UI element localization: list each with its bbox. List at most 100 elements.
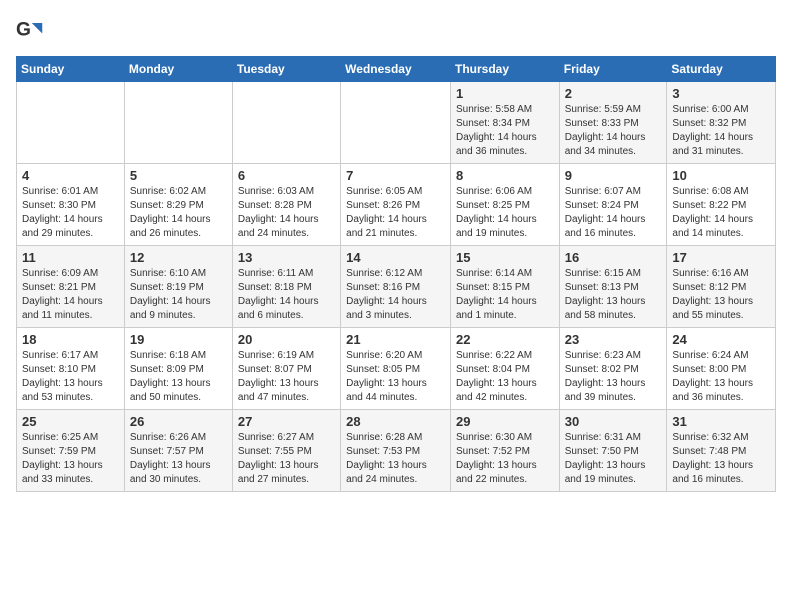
day-number: 20	[238, 332, 335, 347]
day-info: Sunrise: 6:05 AM Sunset: 8:26 PM Dayligh…	[346, 185, 445, 241]
calendar-week-row: 25 Sunrise: 6:25 AM Sunset: 7:59 PM Dayli…	[17, 410, 776, 492]
calendar-header-day: Saturday	[667, 57, 776, 82]
calendar-cell: 11 Sunrise: 6:09 AM Sunset: 8:21 PM Dayli…	[17, 246, 125, 328]
day-info: Sunrise: 5:58 AM Sunset: 8:34 PM Dayligh…	[456, 103, 554, 159]
calendar-cell: 24 Sunrise: 6:24 AM Sunset: 8:00 PM Dayli…	[667, 328, 776, 410]
day-number: 23	[565, 332, 662, 347]
day-number: 30	[565, 414, 662, 429]
day-number: 4	[22, 168, 119, 183]
calendar-week-row: 11 Sunrise: 6:09 AM Sunset: 8:21 PM Dayli…	[17, 246, 776, 328]
calendar-cell: 31Sunrise: 6:32 AM Sunset: 7:48 PM Dayli…	[667, 410, 776, 492]
day-info: Sunrise: 6:09 AM Sunset: 8:21 PM Dayligh…	[22, 267, 119, 323]
day-info: Sunrise: 6:19 AM Sunset: 8:07 PM Dayligh…	[238, 349, 335, 405]
day-info: Sunrise: 6:23 AM Sunset: 8:02 PM Dayligh…	[565, 349, 662, 405]
calendar-cell: 21 Sunrise: 6:20 AM Sunset: 8:05 PM Dayli…	[341, 328, 451, 410]
calendar-cell	[124, 82, 232, 164]
day-number: 18	[22, 332, 119, 347]
calendar-cell: 2Sunrise: 5:59 AM Sunset: 8:33 PM Daylig…	[559, 82, 667, 164]
page-header: G	[16, 16, 776, 44]
day-number: 12	[130, 250, 227, 265]
day-info: Sunrise: 6:11 AM Sunset: 8:18 PM Dayligh…	[238, 267, 335, 323]
day-number: 8	[456, 168, 554, 183]
calendar-cell: 30 Sunrise: 6:31 AM Sunset: 7:50 PM Dayli…	[559, 410, 667, 492]
day-number: 14	[346, 250, 445, 265]
calendar-cell: 15 Sunrise: 6:14 AM Sunset: 8:15 PM Dayli…	[450, 246, 559, 328]
day-number: 3	[672, 86, 770, 101]
day-number: 9	[565, 168, 662, 183]
day-info: Sunrise: 6:24 AM Sunset: 8:00 PM Dayligh…	[672, 349, 770, 405]
day-info: Sunrise: 6:14 AM Sunset: 8:15 PM Dayligh…	[456, 267, 554, 323]
calendar-cell: 26 Sunrise: 6:26 AM Sunset: 7:57 PM Dayli…	[124, 410, 232, 492]
day-number: 6	[238, 168, 335, 183]
day-number: 28	[346, 414, 445, 429]
calendar-cell: 4Sunrise: 6:01 AM Sunset: 8:30 PM Daylig…	[17, 164, 125, 246]
day-info: Sunrise: 6:31 AM Sunset: 7:50 PM Dayligh…	[565, 431, 662, 487]
day-number: 25	[22, 414, 119, 429]
day-number: 21	[346, 332, 445, 347]
day-info: Sunrise: 6:25 AM Sunset: 7:59 PM Dayligh…	[22, 431, 119, 487]
calendar-cell: 22 Sunrise: 6:22 AM Sunset: 8:04 PM Dayli…	[450, 328, 559, 410]
day-number: 1	[456, 86, 554, 101]
day-info: Sunrise: 6:15 AM Sunset: 8:13 PM Dayligh…	[565, 267, 662, 323]
day-number: 13	[238, 250, 335, 265]
day-number: 19	[130, 332, 227, 347]
day-number: 26	[130, 414, 227, 429]
day-number: 31	[672, 414, 770, 429]
calendar-cell: 9 Sunrise: 6:07 AM Sunset: 8:24 PM Daylig…	[559, 164, 667, 246]
calendar-cell: 27 Sunrise: 6:27 AM Sunset: 7:55 PM Dayli…	[232, 410, 340, 492]
day-info: Sunrise: 6:22 AM Sunset: 8:04 PM Dayligh…	[456, 349, 554, 405]
calendar-cell: 12 Sunrise: 6:10 AM Sunset: 8:19 PM Dayli…	[124, 246, 232, 328]
calendar-cell: 19 Sunrise: 6:18 AM Sunset: 8:09 PM Dayli…	[124, 328, 232, 410]
day-info: Sunrise: 6:00 AM Sunset: 8:32 PM Dayligh…	[672, 103, 770, 159]
calendar-cell: 1 Sunrise: 5:58 AM Sunset: 8:34 PM Daylig…	[450, 82, 559, 164]
day-info: Sunrise: 6:17 AM Sunset: 8:10 PM Dayligh…	[22, 349, 119, 405]
day-info: Sunrise: 6:02 AM Sunset: 8:29 PM Dayligh…	[130, 185, 227, 241]
day-info: Sunrise: 6:16 AM Sunset: 8:12 PM Dayligh…	[672, 267, 770, 323]
day-info: Sunrise: 6:30 AM Sunset: 7:52 PM Dayligh…	[456, 431, 554, 487]
day-number: 15	[456, 250, 554, 265]
day-number: 22	[456, 332, 554, 347]
calendar-cell: 28 Sunrise: 6:28 AM Sunset: 7:53 PM Dayli…	[341, 410, 451, 492]
day-info: Sunrise: 6:12 AM Sunset: 8:16 PM Dayligh…	[346, 267, 445, 323]
day-number: 11	[22, 250, 119, 265]
calendar-cell: 29 Sunrise: 6:30 AM Sunset: 7:52 PM Dayli…	[450, 410, 559, 492]
calendar-cell: 25 Sunrise: 6:25 AM Sunset: 7:59 PM Dayli…	[17, 410, 125, 492]
day-number: 10	[672, 168, 770, 183]
calendar-cell: 5Sunrise: 6:02 AM Sunset: 8:29 PM Daylig…	[124, 164, 232, 246]
day-number: 27	[238, 414, 335, 429]
day-number: 24	[672, 332, 770, 347]
svg-text:G: G	[16, 19, 31, 40]
calendar-cell: 13 Sunrise: 6:11 AM Sunset: 8:18 PM Dayli…	[232, 246, 340, 328]
day-number: 2	[565, 86, 662, 101]
day-number: 29	[456, 414, 554, 429]
calendar-cell: 10 Sunrise: 6:08 AM Sunset: 8:22 PM Dayli…	[667, 164, 776, 246]
day-info: Sunrise: 6:28 AM Sunset: 7:53 PM Dayligh…	[346, 431, 445, 487]
calendar-cell: 17 Sunrise: 6:16 AM Sunset: 8:12 PM Dayli…	[667, 246, 776, 328]
calendar-cell	[17, 82, 125, 164]
calendar-header-day: Thursday	[450, 57, 559, 82]
calendar-cell: 16Sunrise: 6:15 AM Sunset: 8:13 PM Dayli…	[559, 246, 667, 328]
calendar-cell: 6 Sunrise: 6:03 AM Sunset: 8:28 PM Daylig…	[232, 164, 340, 246]
day-info: Sunrise: 6:27 AM Sunset: 7:55 PM Dayligh…	[238, 431, 335, 487]
calendar-cell: 7Sunrise: 6:05 AM Sunset: 8:26 PM Daylig…	[341, 164, 451, 246]
day-info: Sunrise: 6:07 AM Sunset: 8:24 PM Dayligh…	[565, 185, 662, 241]
calendar-cell: 23 Sunrise: 6:23 AM Sunset: 8:02 PM Dayli…	[559, 328, 667, 410]
calendar-cell	[232, 82, 340, 164]
day-info: Sunrise: 6:03 AM Sunset: 8:28 PM Dayligh…	[238, 185, 335, 241]
calendar-header-day: Sunday	[17, 57, 125, 82]
calendar-header-row: SundayMondayTuesdayWednesdayThursdayFrid…	[17, 57, 776, 82]
calendar-cell: 14 Sunrise: 6:12 AM Sunset: 8:16 PM Dayli…	[341, 246, 451, 328]
calendar-cell: 18 Sunrise: 6:17 AM Sunset: 8:10 PM Dayli…	[17, 328, 125, 410]
day-info: Sunrise: 6:10 AM Sunset: 8:19 PM Dayligh…	[130, 267, 227, 323]
day-number: 17	[672, 250, 770, 265]
day-info: Sunrise: 6:18 AM Sunset: 8:09 PM Dayligh…	[130, 349, 227, 405]
logo-icon: G	[16, 16, 44, 44]
calendar-cell: 3 Sunrise: 6:00 AM Sunset: 8:32 PM Daylig…	[667, 82, 776, 164]
calendar-cell: 20 Sunrise: 6:19 AM Sunset: 8:07 PM Dayli…	[232, 328, 340, 410]
calendar-week-row: 4Sunrise: 6:01 AM Sunset: 8:30 PM Daylig…	[17, 164, 776, 246]
day-info: Sunrise: 6:26 AM Sunset: 7:57 PM Dayligh…	[130, 431, 227, 487]
calendar-cell	[341, 82, 451, 164]
calendar-header-day: Tuesday	[232, 57, 340, 82]
day-info: Sunrise: 6:20 AM Sunset: 8:05 PM Dayligh…	[346, 349, 445, 405]
day-info: Sunrise: 6:08 AM Sunset: 8:22 PM Dayligh…	[672, 185, 770, 241]
